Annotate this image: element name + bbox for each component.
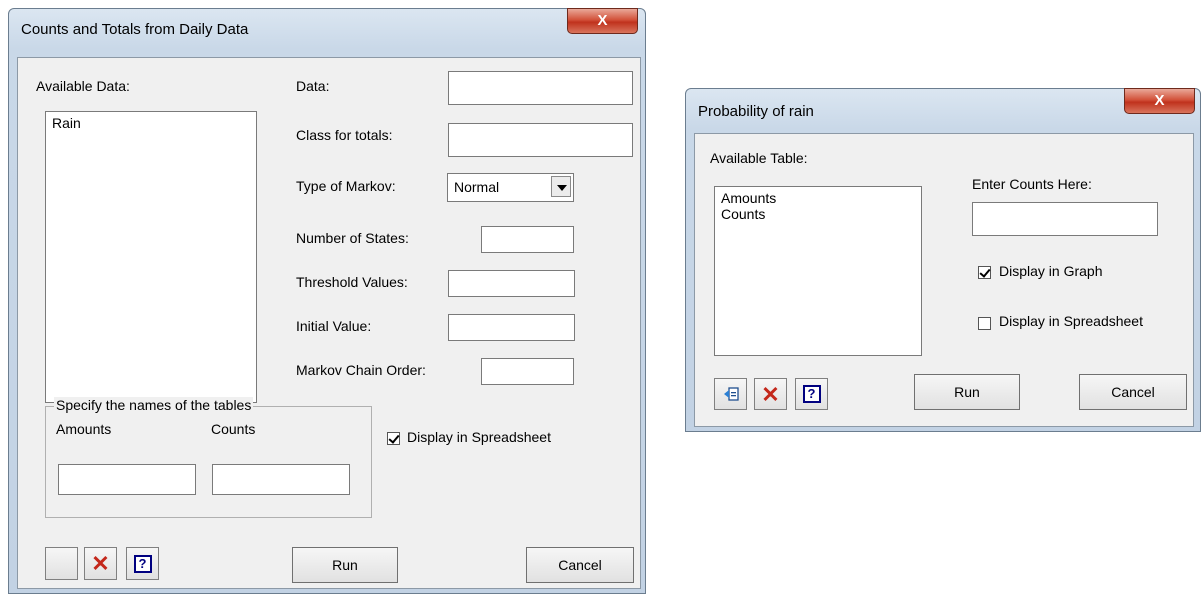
display-spreadsheet-label[interactable]: Display in Spreadsheet <box>999 313 1143 329</box>
table-names-group: Specify the names of the tables Amounts … <box>45 397 372 518</box>
rain-dialog-title: Probability of rain <box>698 103 814 120</box>
counts-dialog-body: Available Data: Rain Data: Class for tot… <box>17 57 641 589</box>
run-button[interactable]: Run <box>914 374 1020 410</box>
available-table-list[interactable]: Amounts Counts <box>714 186 922 356</box>
available-data-list[interactable]: Rain <box>45 111 257 403</box>
rain-dialog-titlebar[interactable]: Probability of rain X <box>686 88 1200 129</box>
exchange-icon <box>724 387 739 401</box>
counts-name-field[interactable] <box>212 464 350 495</box>
cancel-label: Cancel <box>1111 384 1155 400</box>
counts-label: Counts <box>211 421 256 437</box>
group-legend: Specify the names of the tables <box>54 397 254 413</box>
enter-counts-label: Enter Counts Here: <box>972 176 1092 192</box>
available-table-label: Available Table: <box>710 150 808 166</box>
amounts-name-field[interactable] <box>58 464 196 495</box>
available-data-label: Available Data: <box>36 78 130 94</box>
run-button[interactable]: Run <box>292 547 398 583</box>
rain-dialog-body: Available Table: Amounts Counts Enter Co… <box>694 133 1194 427</box>
probability-rain-dialog: Probability of rain X Available Table: A… <box>685 88 1201 432</box>
list-item[interactable]: Rain <box>52 115 250 131</box>
threshold-label: Threshold Values: <box>296 274 408 290</box>
markov-type-select[interactable]: Normal <box>447 173 574 202</box>
help-icon: ? <box>133 554 152 573</box>
swap-button[interactable] <box>714 378 747 410</box>
initial-value-field[interactable] <box>448 314 575 341</box>
close-icon: X <box>1154 92 1165 109</box>
chevron-down-icon[interactable] <box>551 176 571 197</box>
clear-button[interactable]: ✕ <box>754 378 787 410</box>
enter-counts-field[interactable] <box>972 202 1158 236</box>
display-graph-label[interactable]: Display in Graph <box>999 263 1103 279</box>
cancel-label: Cancel <box>558 557 602 573</box>
close-icon: X <box>597 12 608 29</box>
num-states-field[interactable] <box>481 226 574 253</box>
display-spreadsheet-label[interactable]: Display in Spreadsheet <box>407 429 551 445</box>
data-label: Data: <box>296 78 330 94</box>
list-item[interactable]: Counts <box>721 206 915 222</box>
help-icon: ? <box>802 385 821 403</box>
cancel-button[interactable]: Cancel <box>526 547 634 583</box>
markov-type-label: Type of Markov: <box>296 178 396 194</box>
clear-button[interactable]: ✕ <box>84 547 117 580</box>
display-spreadsheet-checkbox[interactable] <box>978 317 991 330</box>
chain-order-field[interactable] <box>481 358 574 385</box>
initial-value-label: Initial Value: <box>296 318 372 334</box>
list-item[interactable]: Amounts <box>721 190 915 206</box>
close-icon: ✕ <box>91 551 110 576</box>
run-label: Run <box>954 384 980 400</box>
counts-totals-dialog: Counts and Totals from Daily Data X Avai… <box>8 8 646 594</box>
chain-order-label: Markov Chain Order: <box>296 362 426 378</box>
threshold-field[interactable] <box>448 270 575 297</box>
num-states-label: Number of States: <box>296 230 409 246</box>
data-field[interactable] <box>448 71 633 105</box>
counts-dialog-titlebar[interactable]: Counts and Totals from Daily Data X <box>9 8 645 49</box>
run-label: Run <box>332 557 358 573</box>
close-button[interactable]: X <box>567 8 638 34</box>
close-button[interactable]: X <box>1124 88 1195 114</box>
display-graph-checkbox[interactable] <box>978 266 991 279</box>
display-spreadsheet-checkbox[interactable] <box>387 432 400 445</box>
close-icon: ✕ <box>761 382 780 407</box>
markov-type-value: Normal <box>454 179 500 195</box>
help-button[interactable]: ? <box>126 547 159 580</box>
class-totals-label: Class for totals: <box>296 127 393 143</box>
help-button[interactable]: ? <box>795 378 828 410</box>
counts-dialog-title: Counts and Totals from Daily Data <box>21 21 249 38</box>
cancel-button[interactable]: Cancel <box>1079 374 1187 410</box>
blank-button[interactable] <box>45 547 78 580</box>
class-totals-field[interactable] <box>448 123 633 157</box>
amounts-label: Amounts <box>56 421 112 437</box>
